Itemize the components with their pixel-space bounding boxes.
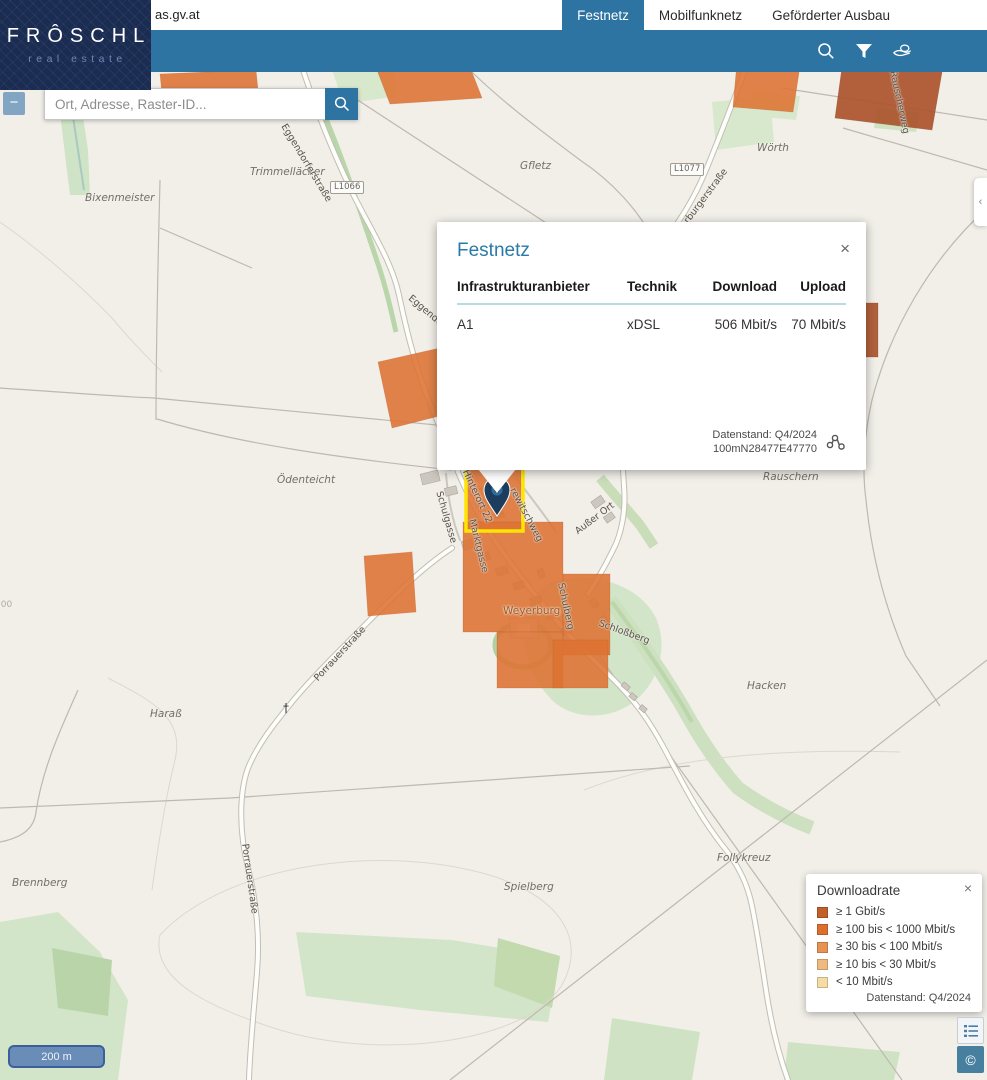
provider-cell: A1 bbox=[457, 317, 627, 332]
scale-bar[interactable]: 200 m bbox=[8, 1045, 105, 1068]
popup-callout-arrow bbox=[478, 469, 516, 493]
legend-toggle-button[interactable] bbox=[957, 1017, 984, 1044]
column-header: Download bbox=[697, 279, 777, 294]
magnifier-icon bbox=[334, 96, 350, 112]
popup-title: Festnetz bbox=[457, 240, 846, 262]
copyright-button[interactable]: © bbox=[957, 1046, 984, 1073]
list-icon bbox=[963, 1023, 979, 1039]
column-header: Upload bbox=[777, 279, 846, 294]
search-bar bbox=[44, 88, 358, 120]
legend-swatch bbox=[817, 907, 828, 918]
search-icon[interactable] bbox=[815, 40, 837, 62]
map-label: Ödenteicht bbox=[277, 474, 335, 486]
legend-label: ≥ 1 Gbit/s bbox=[836, 906, 885, 918]
map-label: Bixenmeister bbox=[85, 192, 154, 204]
road-badge: L1066 bbox=[330, 181, 364, 194]
map-corner-buttons: © bbox=[957, 1017, 984, 1073]
feedback-hand-icon[interactable] bbox=[891, 40, 913, 62]
search-button[interactable] bbox=[325, 88, 358, 120]
nav-icons bbox=[815, 30, 913, 72]
search-input[interactable] bbox=[44, 88, 325, 120]
map-label: Haraß bbox=[150, 708, 182, 720]
upload-cell: 70 Mbit/s bbox=[777, 317, 846, 332]
popup-meta: Datenstand: Q4/2024 100mN28477E47770 bbox=[712, 428, 817, 456]
tab-mobilfunknetz[interactable]: Mobilfunknetz bbox=[644, 0, 757, 30]
map-label: Follykreuz bbox=[717, 852, 771, 864]
logo-title: FRÔSCHL bbox=[0, 25, 151, 48]
legend-title: Downloadrate bbox=[817, 883, 971, 898]
raster-id: 100mN28477E47770 bbox=[712, 442, 817, 456]
legend-label: ≥ 100 bis < 1000 Mbit/s bbox=[836, 924, 955, 936]
road-badge: L1077 bbox=[670, 163, 704, 176]
legend-swatch bbox=[817, 977, 828, 988]
legend-swatch bbox=[817, 959, 828, 970]
map-label: Brennberg bbox=[12, 877, 67, 889]
table-divider bbox=[457, 303, 846, 305]
map-label-contour: 300 bbox=[0, 600, 12, 610]
legend-close-icon[interactable]: × bbox=[964, 880, 972, 896]
logo-subtitle: real estate bbox=[24, 53, 127, 65]
download-cell: 506 Mbit/s bbox=[697, 317, 777, 332]
column-header: Infrastrukturanbieter bbox=[457, 279, 627, 294]
zoom-out-button[interactable]: − bbox=[3, 92, 25, 115]
map-label: Hacken bbox=[747, 680, 786, 692]
froeschl-logo: FRÔSCHL real estate bbox=[0, 0, 151, 90]
map-label: Wörth bbox=[757, 142, 789, 154]
legend-data-status: Datenstand: Q4/2024 bbox=[866, 992, 971, 1004]
data-status: Datenstand: Q4/2024 bbox=[712, 428, 817, 442]
filter-icon[interactable] bbox=[853, 40, 875, 62]
popup-close-icon[interactable]: × bbox=[840, 242, 850, 256]
legend-item: ≥ 30 bis < 100 Mbit/s bbox=[817, 941, 971, 953]
festnetz-table: Infrastrukturanbieter Technik Download U… bbox=[457, 279, 846, 332]
tab-festnetz[interactable]: Festnetz bbox=[562, 0, 644, 30]
collapse-panel-tab[interactable]: ‹ bbox=[974, 178, 987, 226]
legend-item: ≥ 1 Gbit/s bbox=[817, 906, 971, 918]
legend-item: < 10 Mbit/s bbox=[817, 976, 971, 988]
popup-footer: Datenstand: Q4/2024 100mN28477E47770 bbox=[457, 428, 846, 460]
tab-gefoerderter-ausbau[interactable]: Geförderter Ausbau bbox=[757, 0, 905, 30]
legend-swatch bbox=[817, 942, 828, 953]
column-header: Technik bbox=[627, 279, 697, 294]
legend-panel: Downloadrate × ≥ 1 Gbit/s ≥ 100 bis < 10… bbox=[806, 874, 982, 1012]
site-url: as.gv.at bbox=[155, 7, 200, 22]
map-label: Weyerburg bbox=[503, 605, 560, 617]
festnetz-popup: Festnetz × Infrastrukturanbieter Technik… bbox=[437, 222, 866, 470]
legend-item: ≥ 10 bis < 30 Mbit/s bbox=[817, 959, 971, 971]
wayside-cross-icon: † bbox=[283, 701, 289, 715]
legend-label: ≥ 10 bis < 30 Mbit/s bbox=[836, 959, 936, 971]
table-row: A1 xDSL 506 Mbit/s 70 Mbit/s bbox=[457, 317, 846, 332]
legend-label: < 10 Mbit/s bbox=[836, 976, 893, 988]
technik-cell: xDSL bbox=[627, 317, 697, 332]
legend-item: ≥ 100 bis < 1000 Mbit/s bbox=[817, 924, 971, 936]
legend-items: ≥ 1 Gbit/s ≥ 100 bis < 1000 Mbit/s ≥ 30 … bbox=[817, 906, 971, 988]
map-label: Rauschern bbox=[763, 471, 819, 483]
broadband-atlas-app: Bixenmeister Trimmelläcker Gfletz Wörth … bbox=[0, 0, 987, 1080]
main-tabs: Festnetz Mobilfunknetz Geförderter Ausba… bbox=[562, 0, 905, 30]
legend-swatch bbox=[817, 924, 828, 935]
table-header-row: Infrastrukturanbieter Technik Download U… bbox=[457, 279, 846, 294]
map-label: Spielberg bbox=[504, 881, 554, 893]
legend-label: ≥ 30 bis < 100 Mbit/s bbox=[836, 941, 942, 953]
map-label: Gfletz bbox=[520, 160, 551, 172]
share-icon[interactable] bbox=[826, 433, 846, 452]
